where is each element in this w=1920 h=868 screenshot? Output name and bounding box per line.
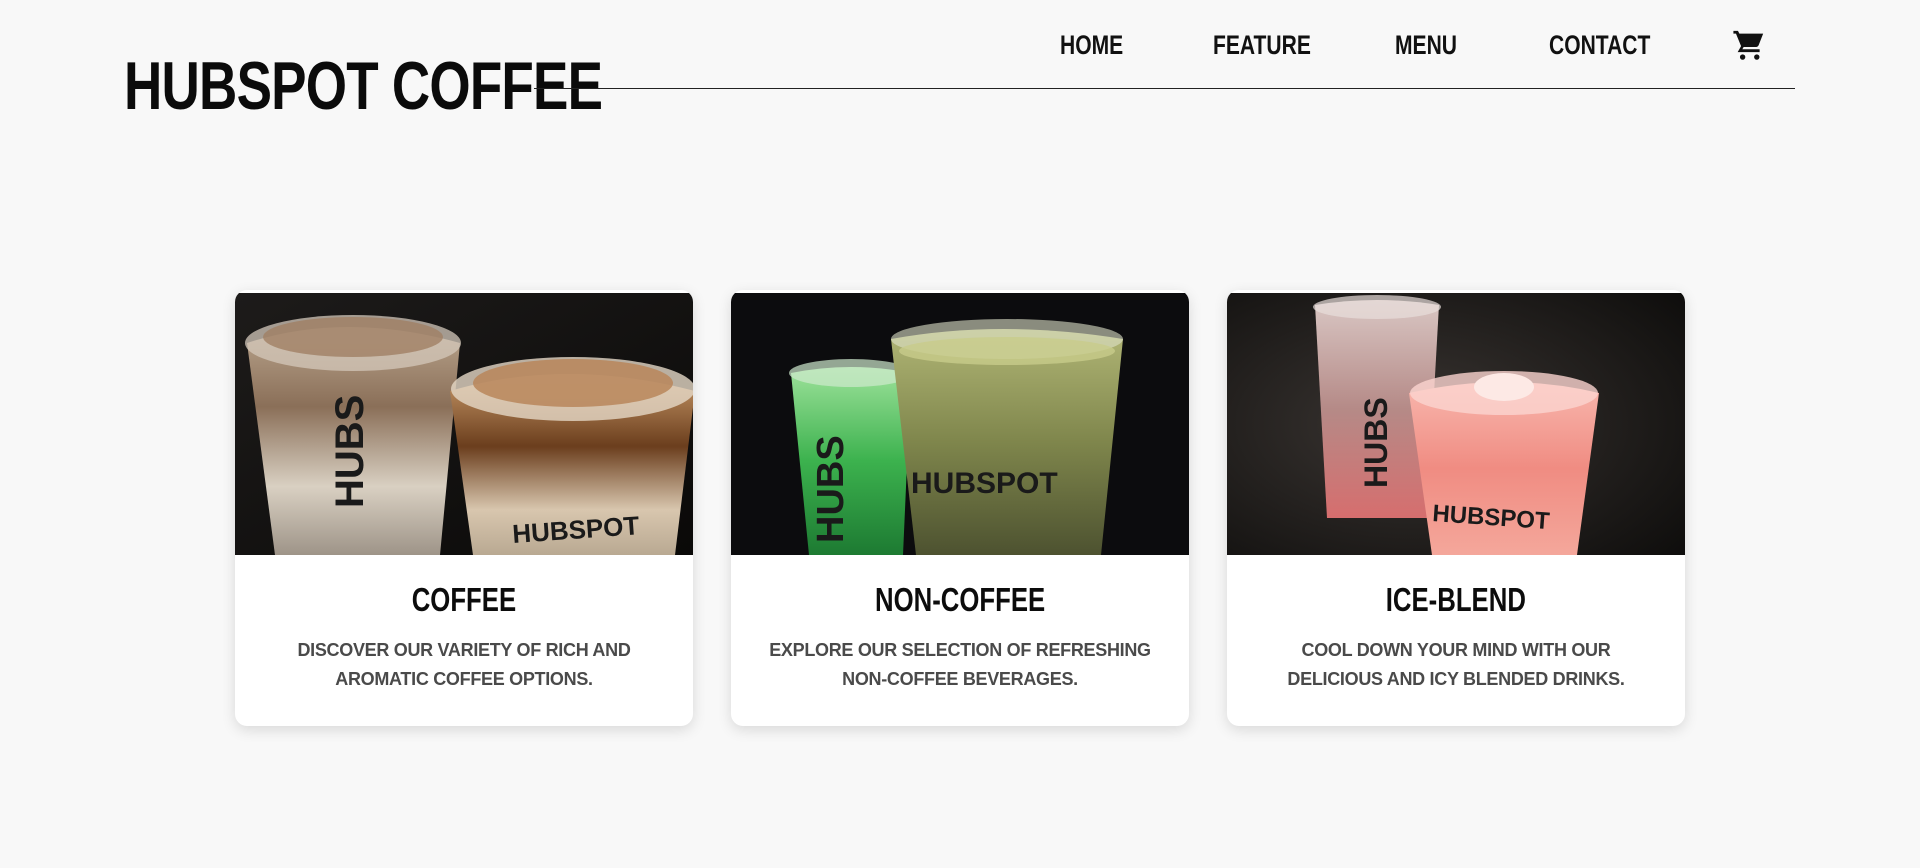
ice-blend-photo: HUBS HUBSPOT xyxy=(1227,293,1685,555)
card-description: DISCOVER OUR VARIETY OF RICH AND AROMATI… xyxy=(297,640,631,689)
card-title: NON-COFFEE xyxy=(874,581,1046,618)
cup-print-left: HUBS xyxy=(1358,397,1394,488)
nav-menu-link[interactable]: MENU xyxy=(1395,24,1457,66)
page: HUBSPOT COFFEE HOME FEATURE MENU CONTACT xyxy=(0,0,1920,868)
header-divider xyxy=(534,88,1795,89)
cup-print-left: HUBS xyxy=(810,435,852,543)
cart-icon[interactable] xyxy=(1732,28,1766,62)
nav-home-link[interactable]: HOME xyxy=(1060,24,1123,66)
site-header: HUBSPOT COFFEE HOME FEATURE MENU CONTACT xyxy=(0,0,1920,140)
non-coffee-photo: HUBS HUBSPOT xyxy=(731,293,1189,555)
coffee-photo: HUBS HUBSPOT xyxy=(235,293,693,555)
card-title: COFFEE xyxy=(411,581,517,618)
main-nav: HOME FEATURE MENU CONTACT xyxy=(0,24,1920,66)
cup-print-right: HUBSPOT xyxy=(911,467,1058,500)
category-cards: HUBS HUBSPOT COFFEE DISCOVER OUR VARIETY… xyxy=(235,290,1685,726)
category-card-coffee[interactable]: HUBS HUBSPOT COFFEE DISCOVER OUR VARIETY… xyxy=(235,290,693,726)
nav-contact-link[interactable]: CONTACT xyxy=(1549,24,1650,66)
nav-feature-link[interactable]: FEATURE xyxy=(1213,24,1311,66)
card-description: COOL DOWN YOUR MIND WITH OUR DELICIOUS A… xyxy=(1287,640,1625,689)
card-title: ICE-BLEND xyxy=(1385,581,1527,618)
cup-print-left: HUBS xyxy=(328,395,372,508)
category-card-non-coffee[interactable]: HUBS HUBSPOT NON-COFFEE EXPLORE OUR SELE… xyxy=(731,290,1189,726)
card-description: EXPLORE OUR SELECTION OF REFRESHING NON-… xyxy=(769,640,1151,689)
category-card-ice-blend[interactable]: HUBS HUBSPOT ICE-BLEND COOL DOWN YOUR MI… xyxy=(1227,290,1685,726)
cart-icon-glyph xyxy=(1733,30,1764,60)
